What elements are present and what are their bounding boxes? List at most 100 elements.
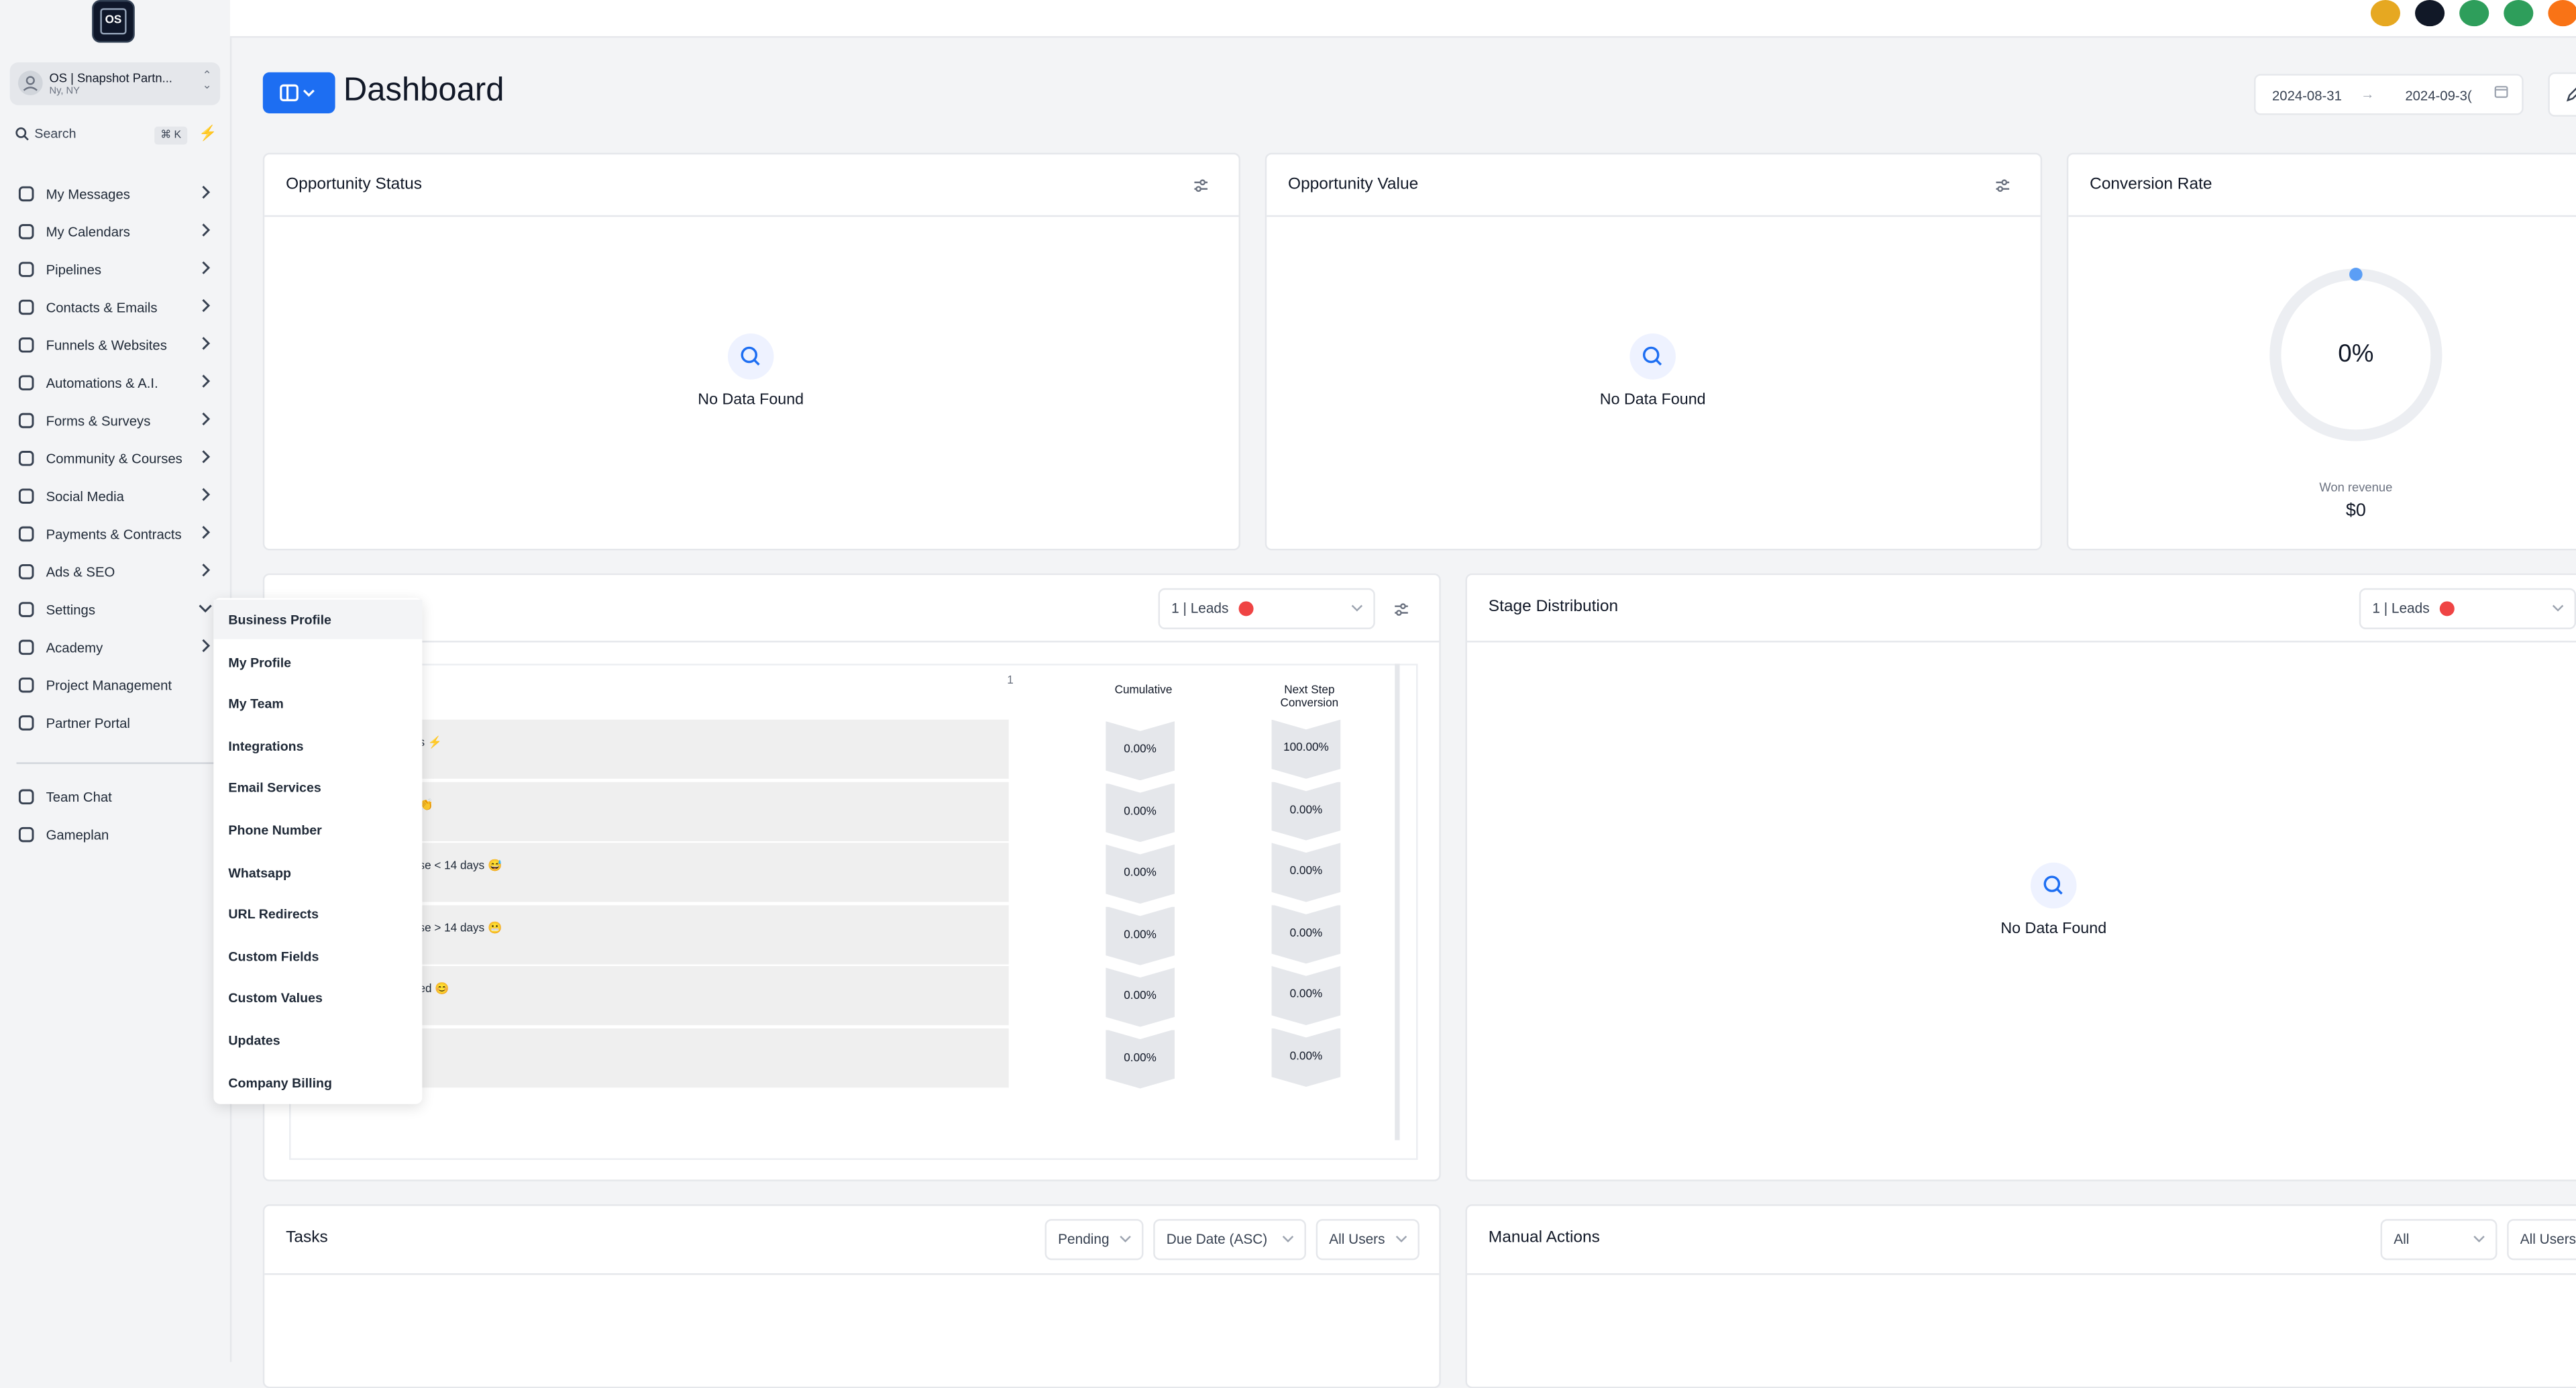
account-location: Ny, NY xyxy=(49,87,80,97)
settings-menu-item-label: Business Profile xyxy=(228,612,331,628)
dashboard-switcher-button[interactable] xyxy=(262,72,335,113)
settings-menu-item-my-team[interactable]: My Team xyxy=(213,684,422,723)
ai-assistant-icon[interactable] xyxy=(2415,0,2445,27)
notification-icon[interactable] xyxy=(2548,0,2576,27)
users-select[interactable]: All Users xyxy=(2507,1219,2576,1261)
sidebar-divider xyxy=(16,762,214,764)
sidebar-item-label: Automations & A.I. xyxy=(46,374,158,391)
community-icon xyxy=(16,449,36,468)
settings-menu-item-phone-number[interactable]: Phone Number xyxy=(213,810,422,849)
settings-menu-item-updates[interactable]: Updates xyxy=(213,1020,422,1060)
chevron-right-icon xyxy=(197,637,213,653)
sidebar-item-pipelines[interactable]: Pipelines xyxy=(16,255,213,284)
filter-icon[interactable] xyxy=(1193,177,1209,193)
sidebar-item-label: Forms & Surveys xyxy=(46,412,151,429)
filter-icon[interactable] xyxy=(1994,177,2010,193)
chevron-right-icon xyxy=(197,562,213,578)
phone-icon[interactable] xyxy=(2459,0,2489,27)
card-divider xyxy=(264,215,1239,217)
cumulative-header: Cumulative xyxy=(1114,685,1173,697)
apple-icon xyxy=(16,486,36,506)
sidebar-item-partner-portal[interactable]: Partner Portal xyxy=(16,708,213,738)
date-range-picker[interactable]: 2024-08-31 → 2024-09-3( xyxy=(2254,74,2524,115)
avatar xyxy=(2439,601,2455,617)
settings-menu-item-label: Email Services xyxy=(228,781,321,796)
chevron-down-icon xyxy=(2552,604,2564,612)
settings-menu-item-company-billing[interactable]: Company Billing xyxy=(213,1063,422,1102)
users-value: All Users xyxy=(1329,1230,1385,1247)
settings-menu-item-whatsapp[interactable]: Whatsapp xyxy=(213,852,422,892)
users-select[interactable]: All Users xyxy=(1316,1219,1419,1261)
sidebar-item-forms-surveys[interactable]: Forms & Surveys xyxy=(16,406,213,435)
card-title: Stage Distribution xyxy=(1488,598,1619,617)
sidebar-item-label: Funnels & Websites xyxy=(46,337,167,354)
rocket-icon xyxy=(16,373,36,392)
sidebar-item-my-messages[interactable]: My Messages xyxy=(16,179,213,209)
chevron-down-icon xyxy=(2473,1236,2485,1242)
sidebar-item-payments-contracts[interactable]: Payments & Contracts xyxy=(16,519,213,549)
avatar xyxy=(1238,601,1254,617)
settings-menu-item-label: Whatsapp xyxy=(228,865,292,880)
settings-menu-item-my-profile[interactable]: My Profile xyxy=(213,642,422,682)
sidebar-item-project-management[interactable]: Project Management xyxy=(16,670,213,700)
sidebar-item-settings[interactable]: Settings xyxy=(16,595,213,625)
settings-menu-item-custom-values[interactable]: Custom Values xyxy=(213,978,422,1018)
funnel-stage-label: s ⚡ xyxy=(419,737,443,749)
settings-menu-item-url-redirects[interactable]: URL Redirects xyxy=(213,894,422,934)
scrollbar[interactable] xyxy=(1395,663,1400,1140)
announcement-icon[interactable] xyxy=(2504,0,2534,27)
chevron-right-icon xyxy=(197,373,213,389)
card-divider xyxy=(2068,215,2576,217)
chevron-right-icon xyxy=(197,411,213,427)
account-switcher[interactable]: OS | Snapshot Partn... Ny, NY ⌃ ⌄ xyxy=(9,62,221,105)
sidebar-item-my-calendars[interactable]: My Calendars xyxy=(16,217,213,246)
tasks-card: Tasks Pending Due Date (ASC) All Users xyxy=(262,1204,1441,1388)
settings-menu-item-label: Custom Fields xyxy=(228,949,319,965)
pipeline-select[interactable]: 1 | Leads xyxy=(1158,588,1375,629)
chat-widget-icon[interactable] xyxy=(2370,0,2400,27)
settings-menu-item-label: Integrations xyxy=(228,739,304,754)
settings-menu-item-integrations[interactable]: Integrations xyxy=(213,726,422,765)
settings-menu-item-email-services[interactable]: Email Services xyxy=(213,768,422,808)
edit-dashboard-button[interactable] xyxy=(2548,72,2576,117)
sidebar-item-academy[interactable]: Academy xyxy=(16,633,213,662)
empty-message: No Data Found xyxy=(698,390,804,409)
search-bar[interactable]: Search ⌘ K ⚡ xyxy=(15,125,219,148)
sidebar-item-label: Team Chat xyxy=(46,788,112,806)
sidebar-item-social-media[interactable]: Social Media xyxy=(16,482,213,511)
sidebar-item-team-chat[interactable]: Team Chat xyxy=(16,782,213,812)
stage-distribution-card: Stage Distribution 1 | Leads No Data Fou… xyxy=(1465,573,2576,1181)
sidebar-item-community-courses[interactable]: Community & Courses xyxy=(16,443,213,473)
settings-menu-item-custom-fields[interactable]: Custom Fields xyxy=(213,936,422,975)
sidebar-item-funnels-websites[interactable]: Funnels & Websites xyxy=(16,330,213,360)
form-icon xyxy=(16,411,36,430)
filter-select[interactable]: All xyxy=(2380,1219,2498,1261)
chevron-right-icon xyxy=(197,449,213,465)
manual-actions-card: Manual Actions All All Users xyxy=(1465,1204,2576,1388)
sidebar-item-label: Gameplan xyxy=(46,826,109,843)
chevron-updown-icon: ⌃ ⌄ xyxy=(202,70,212,93)
opportunity-value-card: Opportunity Value No Data Found xyxy=(1265,152,2043,551)
card-title: Opportunity Status xyxy=(286,176,422,194)
sidebar-item-label: Social Media xyxy=(46,488,124,504)
settings-menu-item-business-profile[interactable]: Business Profile xyxy=(213,599,423,639)
sidebar-item-automations-a-i[interactable]: Automations & A.I. xyxy=(16,368,213,398)
target-icon xyxy=(16,676,36,695)
sidebar-item-label: Payments & Contracts xyxy=(46,525,182,543)
sidebar-item-label: Pipelines xyxy=(46,261,102,278)
sidebar-item-gameplan[interactable]: Gameplan xyxy=(16,820,213,849)
filter-icon[interactable] xyxy=(1393,601,1409,617)
sidebar-item-ads-seo[interactable]: Ads & SEO xyxy=(16,557,213,586)
quick-action-icon[interactable]: ⚡ xyxy=(199,125,217,143)
chevron-right-icon xyxy=(197,335,213,352)
card-divider xyxy=(264,641,1440,643)
status-filter-select[interactable]: Pending xyxy=(1044,1219,1144,1261)
sort-select[interactable]: Due Date (ASC) xyxy=(1153,1219,1306,1261)
search-icon xyxy=(1629,333,1676,380)
company-logo[interactable]: OS xyxy=(93,1,133,42)
top-bar xyxy=(229,0,2576,38)
sidebar-item-contacts-emails[interactable]: Contacts & Emails xyxy=(16,292,213,322)
pipeline-select[interactable]: 1 | Leads xyxy=(2359,588,2576,629)
sidebar-item-label: Ads & SEO xyxy=(46,564,115,580)
sidebar-item-label: Settings xyxy=(46,601,96,618)
